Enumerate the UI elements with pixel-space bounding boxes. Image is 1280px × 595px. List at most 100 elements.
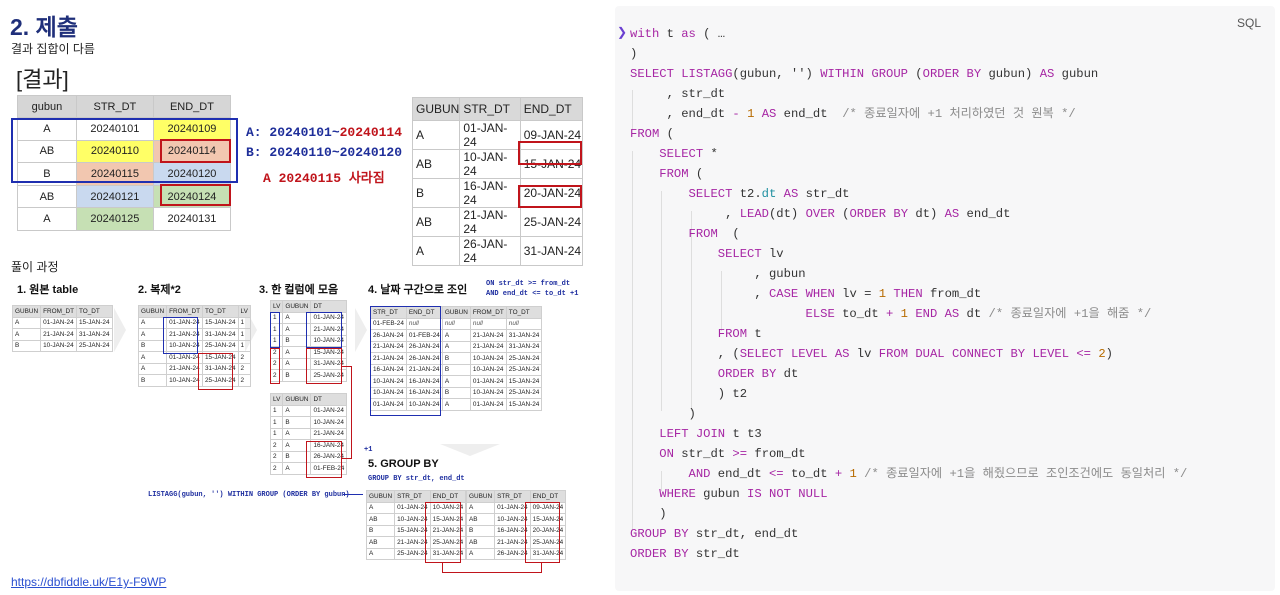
connector-line [442, 572, 542, 573]
code-text: ORDER BY dt [717, 367, 799, 381]
table-header-cell: GUBUN [137, 305, 168, 318]
table-cell: 10-JAN-24 [469, 363, 507, 376]
table-header-cell: GUBUN [282, 300, 312, 313]
table-cell: A [11, 328, 42, 341]
table-cell: 10-JAN-24 [469, 352, 507, 365]
code-line: ) t2 [630, 384, 747, 404]
highlight-red-box [160, 139, 231, 163]
connector-line [541, 563, 542, 573]
table-header-cell: END_DT [152, 95, 232, 118]
code-text: ) [630, 507, 667, 521]
output-table: GUBUN STR_DT END_DT A 01-JAN-24 09-JAN-24 … [411, 97, 584, 266]
table-header-cell: GUBUN [465, 490, 496, 503]
code-line: ) [630, 504, 667, 524]
step-3-title: 3. 한 컬럼에 모음 [259, 284, 339, 296]
table-header-row: GUBUN FROM_DT TO_DT LV [137, 305, 251, 318]
highlight-blue-box [270, 312, 280, 348]
table-cell: null [469, 317, 507, 330]
code-text: ) [630, 407, 696, 421]
join-note-1: ON str_dt >= from_dt [486, 280, 571, 288]
table-header-cell: FROM_DT [166, 305, 203, 318]
code-text: ELSE to_dt + 1 END AS dt /* 종료일자에 +1을 해줌… [805, 307, 1152, 321]
highlight-blue-box [163, 317, 198, 354]
highlight-red-box [306, 348, 342, 384]
group-by-note: GROUP BY str_dt, end_dt [368, 475, 465, 483]
code-text: , end_dt - 1 AS end_dt /* 종료일자에 +1 처리하였던… [630, 107, 1076, 121]
table-header-row: gubun STR_DT END_DT [17, 95, 232, 118]
table-row: 1 A 21-JAN-24 [269, 427, 348, 440]
table-cell: A [441, 375, 471, 388]
code-text: FROM ( [688, 227, 740, 241]
table-cell: 01-JAN-24 [459, 120, 521, 150]
table-cell: 2 [237, 374, 251, 387]
table-cell: 01-JAN-24 [40, 316, 77, 329]
language-label: SQL [1236, 16, 1261, 30]
table-cell: 21-JAN-24 [469, 340, 507, 353]
code-text: FROM ( [630, 127, 674, 141]
table-cell: 21-JAN-24 [310, 427, 348, 440]
table-cell: A [365, 501, 396, 514]
annotation-b: B: 20240110~20240120 [246, 145, 403, 160]
table-cell: A [441, 398, 471, 411]
table-cell: 15-JAN-24 [505, 375, 543, 388]
step-arrow-icon [440, 444, 500, 456]
highlight-red-box [198, 353, 233, 390]
code-line: LEFT JOIN t t3 [630, 424, 762, 444]
highlight-red-box [270, 348, 280, 384]
code-line: GROUP BY str_dt, end_dt [630, 524, 798, 544]
table-cell: 25-JAN-24 [519, 207, 584, 237]
chevron-right-icon[interactable]: ❯ [617, 25, 627, 39]
code-line: WHERE gubun IS NOT NULL [630, 484, 828, 504]
table-cell: B [411, 178, 461, 208]
table-cell: 1 [269, 404, 284, 417]
table-cell: 25-JAN-24 [505, 363, 543, 376]
code-text: , LEAD(dt) OVER (ORDER BY dt) AS end_dt [630, 207, 1011, 221]
code-line: , gubun [630, 264, 806, 284]
table-cell: 1 [269, 416, 284, 429]
table-header-row: GUBUN STR_DT END_DT [411, 97, 584, 121]
code-text: LEFT JOIN t t3 [659, 427, 762, 441]
code-line: , CASE WHEN lv = 1 THEN from_dt [630, 284, 981, 304]
table-header-row: GUBUN STR_DT END_DT [465, 490, 567, 503]
dbfiddle-link[interactable]: https://dbfiddle.uk/E1y-F9WP [11, 575, 166, 589]
table-row: A 26-JAN-24 31-JAN-24 [411, 236, 584, 266]
code-line: , str_dt [630, 84, 726, 104]
table-header-cell: STR_DT [459, 97, 521, 121]
code-line: , (SELECT LEVEL AS lv FROM DUAL CONNECT … [630, 344, 1113, 364]
highlight-red-box [518, 185, 582, 208]
table-cell: 31-JAN-24 [505, 329, 543, 342]
table-header-cell: gubun [17, 95, 77, 118]
table-cell: 20240125 [75, 207, 154, 231]
code-line: FROM ( [630, 164, 703, 184]
table-cell: 2 [237, 351, 251, 364]
code-text: WHERE gubun IS NOT NULL [659, 487, 828, 501]
table-cell: 21-JAN-24 [40, 328, 77, 341]
table-header-row: LV GUBUN DT [269, 393, 348, 406]
code-block: SQL ❯ with t as ( … ) SELECT LISTAGG(gub… [615, 6, 1275, 591]
table-cell: A [441, 329, 471, 342]
table-row: B 10-JAN-24 25-JAN-24 2 [137, 374, 251, 387]
result-label: [결과] [16, 67, 69, 92]
table-cell: A [11, 316, 42, 329]
table-row: 1 B 10-JAN-24 [269, 416, 348, 429]
table-row: A 20240125 20240131 [17, 207, 232, 231]
table-cell: A [17, 207, 77, 231]
table-cell: null [441, 317, 471, 330]
annotation-c: A 20240115 사라짐 [263, 171, 385, 186]
table-cell: 2 [269, 450, 284, 463]
code-line: ON str_dt >= from_dt [630, 444, 805, 464]
table-cell: 25-JAN-24 [201, 339, 239, 352]
step-5-title: 5. GROUP BY [368, 458, 439, 470]
connector-line [351, 366, 352, 459]
annotation-a-prefix: A: 20240101~ [246, 125, 340, 140]
table-cell: 20240131 [152, 207, 232, 231]
code-line: ELSE to_dt + 1 END AS dt /* 종료일자에 +1을 해줌… [630, 304, 1152, 324]
table-cell: B [465, 524, 496, 537]
code-text: , gubun [630, 267, 806, 281]
table-cell: A [365, 547, 396, 560]
table-header-cell: END_DT [519, 97, 584, 121]
table-cell: B [11, 339, 42, 352]
table-header-cell: END_DT [429, 490, 467, 503]
table-cell: 26-JAN-24 [459, 236, 521, 266]
code-line: FROM ( [630, 124, 674, 144]
